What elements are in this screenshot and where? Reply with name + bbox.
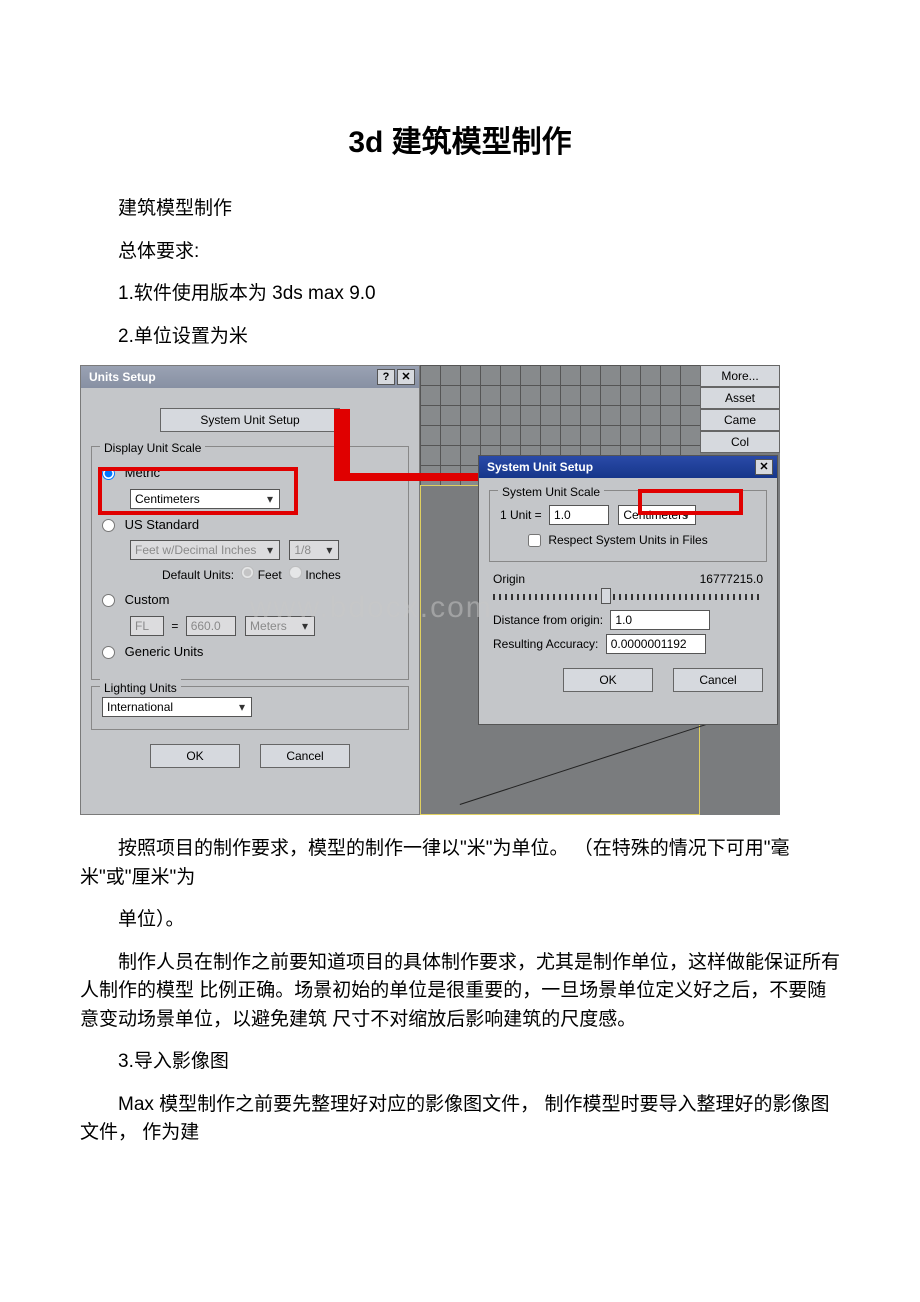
system-unit-scale-legend: System Unit Scale [498,483,604,501]
default-units-label: Default Units: [162,568,234,582]
custom-prefix-input[interactable]: FL [130,616,164,636]
units-setup-title: Units Setup [89,366,156,388]
system-unit-title: System Unit Setup [487,456,593,478]
units-ok-button[interactable]: OK [150,744,240,768]
para-note1b: 单位）。 [80,906,840,935]
metric-label: Metric [125,465,160,480]
custom-row[interactable]: Custom [102,590,398,610]
us-radio[interactable] [102,519,115,532]
display-unit-scale-legend: Display Unit Scale [100,439,205,457]
generic-radio[interactable] [102,646,115,659]
custom-label: Custom [125,592,170,607]
system-cancel-button[interactable]: Cancel [673,668,763,692]
display-unit-scale-group: Display Unit Scale Metric Centimeters US… [91,446,409,680]
metric-combo[interactable]: Centimeters [130,489,280,509]
metric-row[interactable]: Metric [102,463,398,483]
inches-label: Inches [305,568,340,582]
close-icon[interactable]: ✕ [397,369,415,385]
lighting-units-group: Lighting Units International [91,686,409,730]
close-icon[interactable]: ✕ [755,459,773,475]
para-req1: 1.软件使用版本为 3ds max 9.0 [80,280,840,309]
units-setup-titlebar[interactable]: Units Setup ? ✕ [81,366,419,388]
us-label: US Standard [125,517,199,532]
origin-slider[interactable] [493,594,763,600]
para-note2: 制作人员在制作之前要知道项目的具体制作要求，尤其是制作单位，这样做能保证所有人制… [80,949,840,1035]
stack-camera-button[interactable]: Came [700,409,780,431]
para-note1: 按照项目的制作要求，模型的制作一律以"米"为单位。 （在特殊的情况下可用"毫米"… [80,835,840,892]
us-row[interactable]: US Standard [102,515,398,535]
system-unit-dialog: System Unit Setup ✕ System Unit Scale 1 … [478,455,778,725]
origin-label: Origin [493,570,525,588]
generic-row[interactable]: Generic Units [102,642,398,662]
stack-asset-button[interactable]: Asset [700,387,780,409]
one-unit-label: 1 Unit = [500,508,542,522]
para-subtitle: 建筑模型制作 [80,195,840,224]
system-unit-titlebar[interactable]: System Unit Setup ✕ [479,456,777,478]
respect-checkbox[interactable] [528,534,541,547]
slider-thumb-icon[interactable] [601,588,611,604]
unit-value-input[interactable]: 1.0 [549,505,609,525]
custom-value-input[interactable]: 660.0 [186,616,236,636]
para-req2: 2.单位设置为米 [80,323,840,352]
inches-radio [289,566,302,579]
unit-combo[interactable]: Centimeters [618,505,696,525]
para-reqhead: 总体要求: [80,238,840,267]
distance-label: Distance from origin: [493,613,603,627]
lighting-units-legend: Lighting Units [100,679,181,697]
para-note3: Max 模型制作之前要先整理好对应的影像图文件， 制作模型时要导入整理好的影像图… [80,1091,840,1148]
screenshot-figure: More... Asset Came Col Units Setup ? ✕ S… [80,365,780,815]
units-cancel-button[interactable]: Cancel [260,744,350,768]
custom-unit-combo[interactable]: Meters [245,616,315,636]
units-setup-dialog: Units Setup ? ✕ System Unit Setup Displa… [80,365,420,815]
help-icon[interactable]: ? [377,369,395,385]
system-unit-scale-group: System Unit Scale 1 Unit = 1.0 Centimete… [489,490,767,562]
para-req3: 3.导入影像图 [80,1048,840,1077]
lighting-combo[interactable]: International [102,697,252,717]
page-title: 3d 建筑模型制作 [80,120,840,165]
custom-radio[interactable] [102,594,115,607]
origin-value: 16777215.0 [700,570,763,588]
respect-label: Respect System Units in Files [548,533,707,547]
feet-radio [241,566,254,579]
system-unit-setup-button[interactable]: System Unit Setup [160,408,340,432]
distance-input[interactable]: 1.0 [610,610,710,630]
us-combo2[interactable]: 1/8 [289,540,339,560]
us-combo1[interactable]: Feet w/Decimal Inches [130,540,280,560]
generic-label: Generic Units [125,644,204,659]
stack-col-button[interactable]: Col [700,431,780,453]
accuracy-input: 0.0000001192 [606,634,706,654]
custom-equals: = [171,619,178,633]
accuracy-label: Resulting Accuracy: [493,637,598,651]
feet-label: Feet [258,568,282,582]
tool-stack: More... Asset Came Col [700,365,780,453]
metric-radio[interactable] [102,467,115,480]
stack-more-button[interactable]: More... [700,365,780,387]
system-ok-button[interactable]: OK [563,668,653,692]
